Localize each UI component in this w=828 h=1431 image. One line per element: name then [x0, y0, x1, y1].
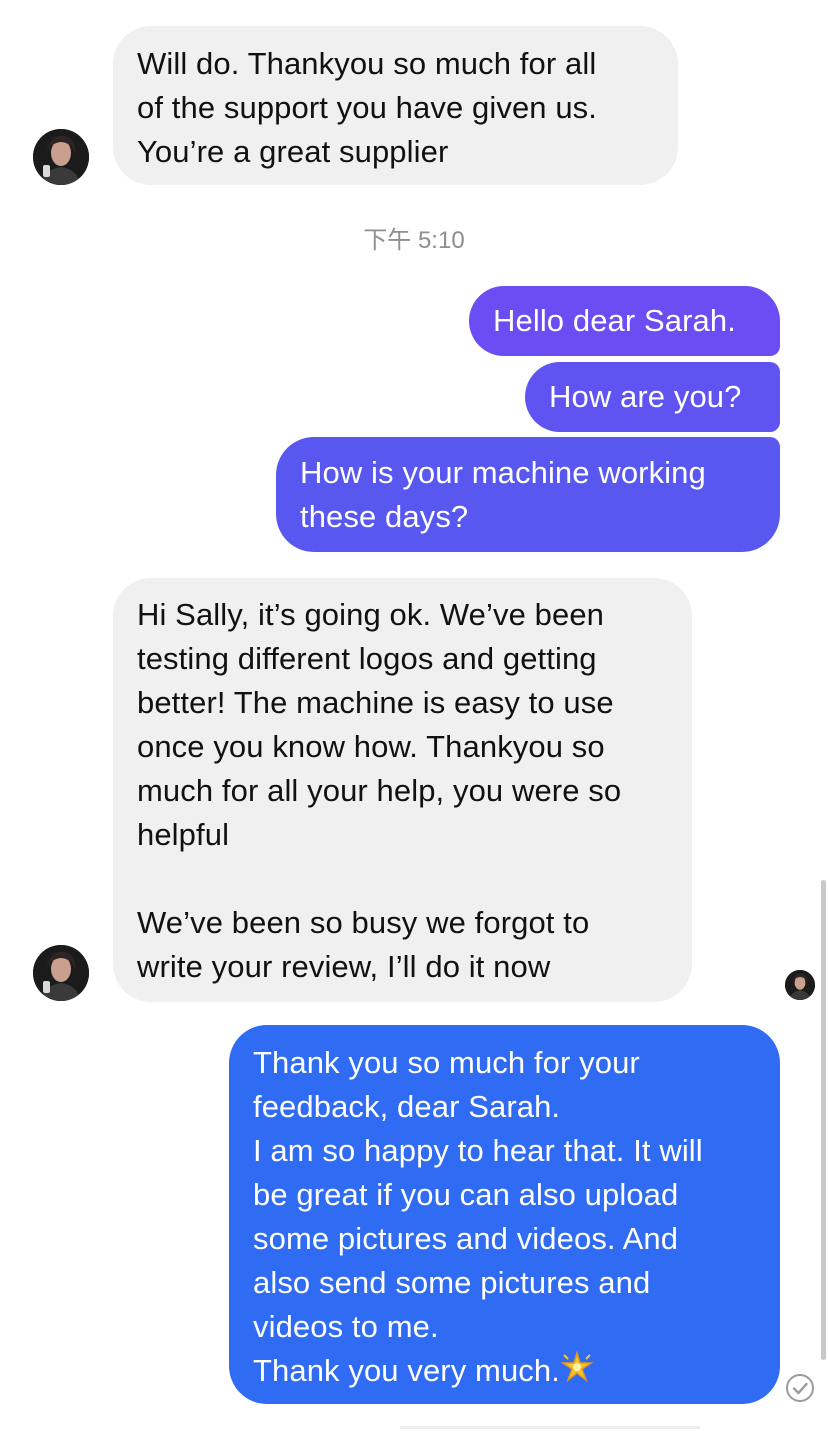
- outgoing-message-bubble[interactable]: Hello dear Sarah.: [469, 286, 780, 356]
- avatar-image: [33, 129, 89, 185]
- incoming-message-bubble[interactable]: Hi Sally, it’s going ok. We’ve been test…: [113, 578, 692, 1002]
- outgoing-message-bubble[interactable]: How is your machine working these days?: [276, 437, 780, 552]
- message-text: Thank you so much for your feedback, dea…: [253, 1045, 703, 1388]
- message-thread: Will do. Thankyou so much for all of the…: [0, 0, 828, 1431]
- incoming-message-bubble[interactable]: Will do. Thankyou so much for all of the…: [113, 26, 678, 185]
- message-timestamp: 下午 5:10: [363, 227, 465, 254]
- outgoing-message-bubble[interactable]: Thank you so much for your feedback, dea…: [229, 1025, 780, 1404]
- glowing-star-emoji: [560, 1350, 594, 1385]
- contact-avatar[interactable]: [33, 129, 89, 185]
- outgoing-message-bubble[interactable]: How are you?: [525, 362, 780, 432]
- contact-avatar[interactable]: [33, 945, 89, 1001]
- avatar-image: [785, 970, 815, 1000]
- scrollbar[interactable]: [821, 880, 826, 1360]
- read-receipt-avatar: [785, 970, 815, 1000]
- seen-check-icon: [785, 1373, 815, 1403]
- divider: [400, 1426, 700, 1429]
- avatar-image: [33, 945, 89, 1001]
